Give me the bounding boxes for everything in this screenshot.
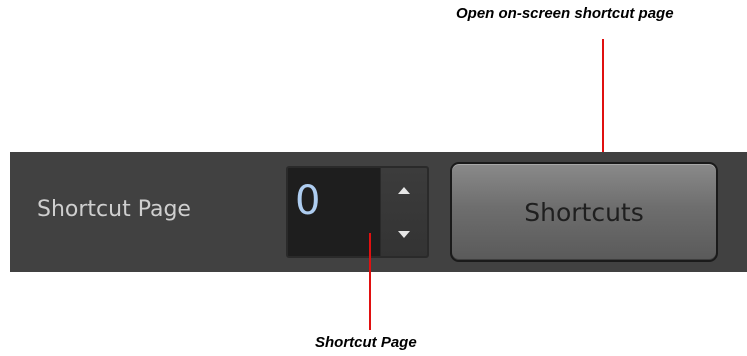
callout-shortcut-page: Shortcut Page bbox=[315, 334, 417, 351]
callout-leader-line bbox=[369, 233, 371, 330]
shortcut-toolbar-panel: Shortcut Page 0 Shortcuts bbox=[10, 152, 747, 272]
shortcut-page-value[interactable]: 0 bbox=[295, 181, 320, 221]
shortcut-page-label: Shortcut Page bbox=[37, 197, 191, 222]
spin-buttons bbox=[380, 168, 427, 256]
increment-button[interactable] bbox=[381, 168, 427, 212]
callout-shortcuts-button: Open on-screen shortcut page bbox=[456, 5, 674, 22]
shortcuts-button[interactable]: Shortcuts bbox=[450, 162, 718, 262]
arrow-up-icon bbox=[398, 186, 410, 194]
shortcut-page-spinbox[interactable]: 0 bbox=[286, 166, 429, 258]
arrow-down-icon bbox=[398, 230, 410, 238]
decrement-button[interactable] bbox=[381, 212, 427, 256]
